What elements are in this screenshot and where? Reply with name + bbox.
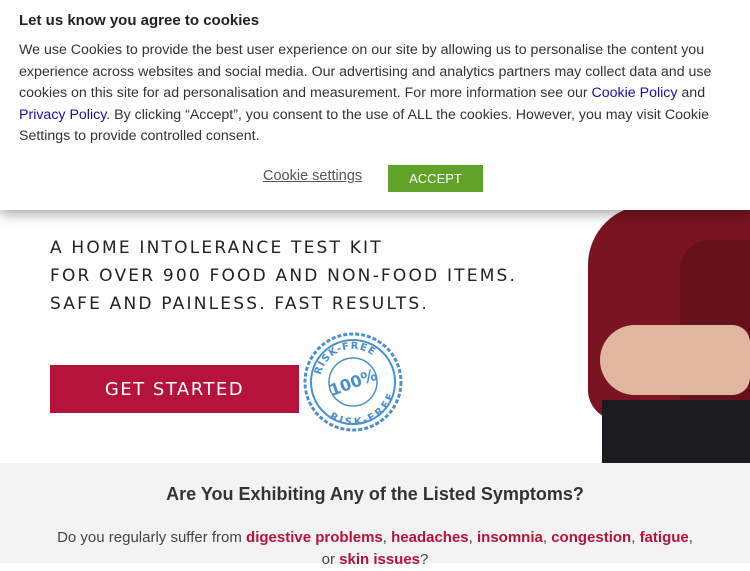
cookie-text: We use Cookies to provide the best user … xyxy=(19,40,734,148)
cookie-policy-link[interactable]: Cookie Policy xyxy=(592,85,678,101)
cookie-title: Let us know you agree to cookies xyxy=(19,12,260,29)
symptom-link[interactable]: headaches xyxy=(391,529,469,546)
hero-tagline: A HOME INTOLERANCE TEST KIT FOR OVER 900… xyxy=(50,234,517,318)
symptoms-suffix: ? xyxy=(420,551,429,568)
privacy-policy-link[interactable]: Privacy Policy xyxy=(19,107,106,123)
get-started-button[interactable]: GET STARTED xyxy=(50,365,299,413)
accept-button[interactable]: ACCEPT xyxy=(388,165,483,192)
model-arm xyxy=(600,325,750,395)
symptom-link[interactable]: skin issues xyxy=(339,551,420,568)
symptom-link[interactable]: fatigue xyxy=(640,529,689,546)
symptoms-text: Do you regularly suffer from digestive p… xyxy=(55,527,695,571)
separator: , xyxy=(542,529,552,546)
cookie-banner: Let us know you agree to cookies We use … xyxy=(0,0,750,210)
symptoms-section: Are You Exhibiting Any of the Listed Sym… xyxy=(0,463,750,568)
separator: , xyxy=(468,529,477,546)
symptoms-prefix: Do you regularly suffer from xyxy=(57,529,247,546)
cookie-settings-button[interactable]: Cookie settings xyxy=(263,168,362,184)
separator: , xyxy=(382,529,392,546)
symptoms-heading: Are You Exhibiting Any of the Listed Sym… xyxy=(166,484,584,504)
hero-line: A HOME INTOLERANCE TEST KIT xyxy=(50,238,383,258)
hero-line: FOR OVER 900 FOOD AND NON-FOOD ITEMS. xyxy=(50,266,518,286)
cookie-text-part: . By clicking “Accept”, you consent to t… xyxy=(19,106,709,145)
symptom-link[interactable]: congestion xyxy=(551,529,631,546)
symptom-link[interactable]: insomnia xyxy=(477,529,543,546)
hero-line: SAFE AND PAINLESS. FAST RESULTS. xyxy=(50,294,429,314)
separator: , xyxy=(631,529,640,546)
symptom-link[interactable]: digestive problems xyxy=(246,529,383,546)
model-skirt xyxy=(602,400,750,463)
cookie-text-part: and xyxy=(677,85,706,102)
badge-center-text: 100% xyxy=(327,365,380,400)
risk-free-badge-icon: RISK-FREE RISK-FREE 100% xyxy=(303,332,404,433)
